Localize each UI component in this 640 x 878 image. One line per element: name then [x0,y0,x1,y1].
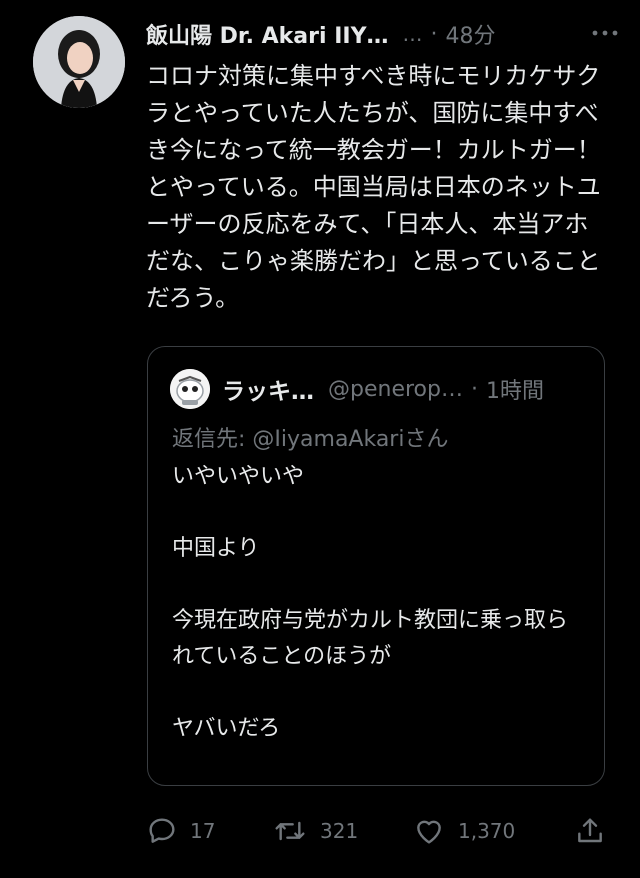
quoted-author-avatar[interactable] [170,369,210,409]
quoted-tweet-header: ラッキ… @penerop… · 1時間 [170,369,590,409]
quoted-tweet-text: いやいやいや 中国より 今現在政府与党がカルト教団に乗っ取られていることのほうが… [172,464,569,741]
reply-prefix: 返信先: [172,427,253,452]
quoted-tweet-timestamp[interactable]: 1時間 [486,373,544,405]
retweet-icon [275,821,305,841]
quoted-tweet-card[interactable]: ラッキ… @penerop… · 1時間 返信先: @IiyamaAkariさん… [147,346,605,786]
separator-dot: · [430,21,438,47]
heart-icon [417,820,441,844]
tweet-header: 飯山陽 Dr. Akari IIY… … · 48分 [146,16,616,52]
author-handle[interactable]: … [403,22,423,46]
reply-icon [149,818,175,843]
quoted-author-handle[interactable]: @penerop… [328,377,463,402]
retweet-count: 321 [320,819,359,843]
share-button[interactable] [574,808,606,854]
author-avatar[interactable] [33,16,125,108]
reply-suffix: さん [404,427,449,452]
share-icon [578,818,602,843]
more-icon[interactable] [590,18,620,48]
tweet-timestamp[interactable]: 48分 [446,18,496,50]
reply-context: 返信先: @IiyamaAkariさん [172,421,448,453]
like-count: 1,370 [458,819,516,843]
author-name[interactable]: 飯山陽 Dr. Akari IIY… [146,18,389,50]
reply-mention-link[interactable]: @IiyamaAkari [252,427,404,452]
quoted-separator-dot: · [470,376,478,402]
tweet-text: コロナ対策に集中すべき時にモリカケサクラとやっていた人たちが、国防に集中すべき今… [146,62,601,312]
reply-button[interactable]: 17 [146,808,215,854]
action-bar: 17 321 1,370 [146,808,616,854]
retweet-button[interactable]: 321 [272,808,358,854]
quoted-author-name[interactable]: ラッキ… [222,372,314,406]
reply-count: 17 [190,819,216,843]
like-button[interactable]: 1,370 [412,808,515,854]
